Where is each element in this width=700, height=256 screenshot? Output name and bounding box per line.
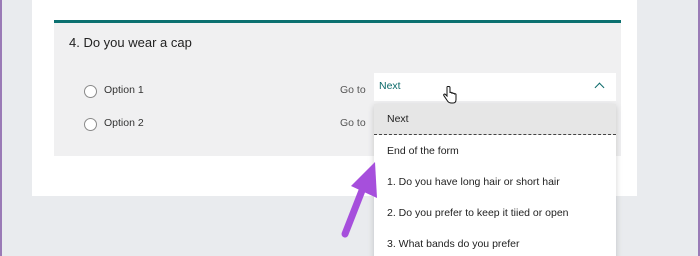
- option-2-goto-label: Go to: [340, 117, 366, 129]
- goto-select-value: Next: [379, 80, 401, 92]
- dropdown-option-end-of-form[interactable]: End of the form: [374, 136, 616, 167]
- dropdown-option-next[interactable]: Next: [374, 104, 616, 135]
- screen: 4. Do you wear a cap Option 1 Go to Opti…: [2, 0, 698, 256]
- dropdown-option-question-3[interactable]: 3. What bands do you prefer: [374, 229, 616, 256]
- option-1-label: Option 1: [104, 84, 144, 96]
- option-2-radio[interactable]: [84, 118, 97, 131]
- goto-dropdown-menu: Next End of the form 1. Do you have long…: [374, 104, 616, 256]
- option-2-label: Option 2: [104, 117, 144, 129]
- goto-select[interactable]: Next: [374, 73, 616, 101]
- chevron-up-icon[interactable]: [594, 82, 605, 93]
- hand-pointer-icon: [443, 86, 457, 104]
- annotation-arrow-icon: [341, 162, 377, 238]
- dropdown-option-question-1[interactable]: 1. Do you have long hair or short hair: [374, 167, 616, 198]
- question-title: 4. Do you wear a cap: [69, 35, 192, 50]
- dropdown-option-question-2[interactable]: 2. Do you prefer to keep it tiied or ope…: [374, 198, 616, 229]
- option-1-goto-label: Go to: [340, 84, 366, 96]
- option-1-radio[interactable]: [84, 85, 97, 98]
